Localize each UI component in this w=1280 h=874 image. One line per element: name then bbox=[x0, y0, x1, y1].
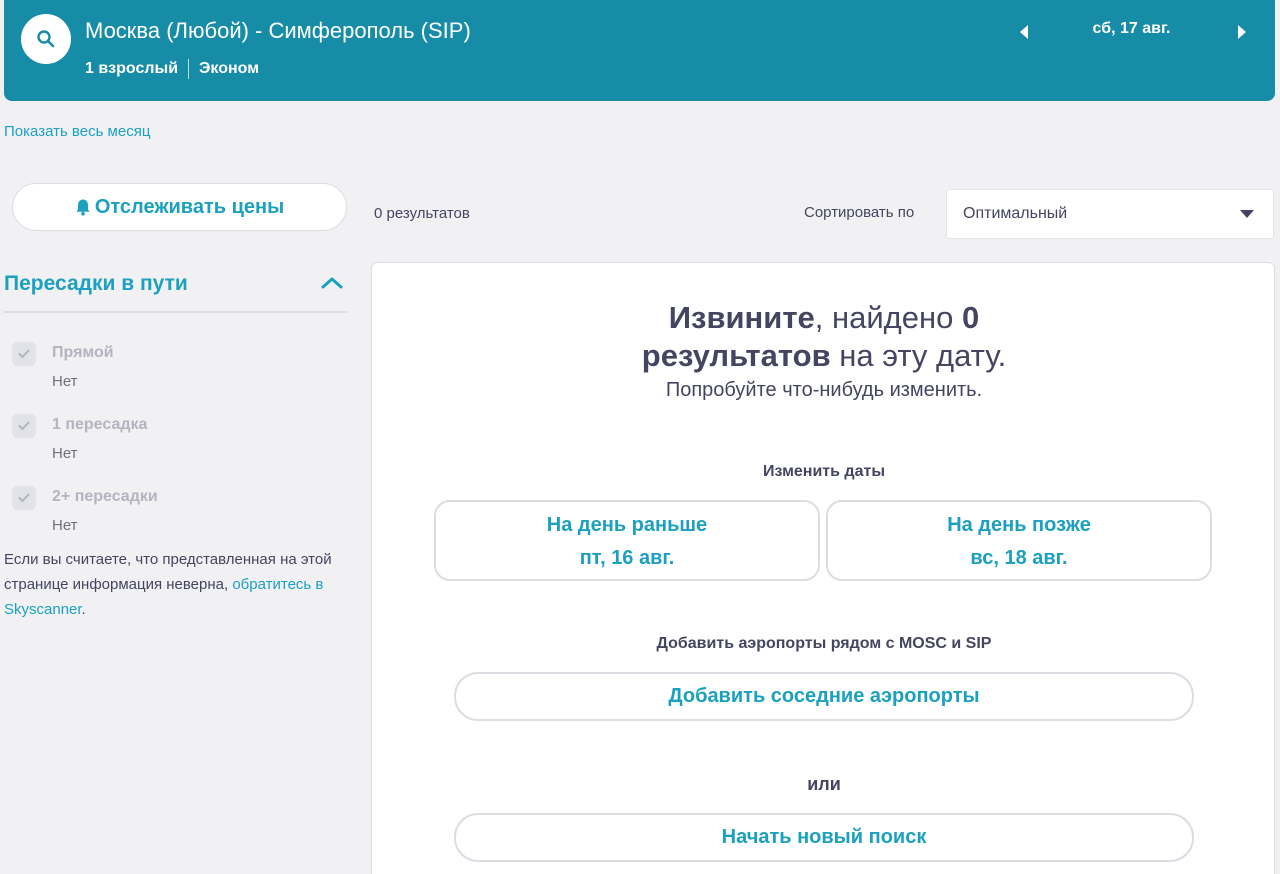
search-summary-header: Москва (Любой) - Симферополь (SIP) 1 взр… bbox=[4, 0, 1275, 101]
caret-right-icon bbox=[1238, 25, 1246, 39]
filter-direct-price: Нет bbox=[52, 373, 78, 390]
check-icon bbox=[18, 493, 30, 502]
sorry-zero: 0 bbox=[961, 300, 980, 335]
chevron-up-icon[interactable] bbox=[321, 276, 343, 290]
track-prices-label: Отслеживать цены bbox=[94, 195, 285, 218]
sorry-results-word: результатов bbox=[641, 338, 831, 373]
add-nearby-airports-title: Добавить аэропорты рядом с MOSC и SIP bbox=[656, 635, 992, 652]
stops-filter-header[interactable]: Пересадки в пути bbox=[4, 272, 347, 313]
route-title[interactable]: Москва (Любой) - Симферополь (SIP) bbox=[85, 18, 471, 44]
filter-one-stop-checkbox[interactable] bbox=[12, 414, 36, 438]
filter-direct-label: Прямой bbox=[52, 344, 114, 361]
passenger-count: 1 взрослый bbox=[85, 60, 179, 77]
sorry-found: , найдено bbox=[814, 300, 962, 335]
sorry-word: Извините bbox=[668, 300, 815, 335]
no-results-card: Извините, найдено 0 результатов на эту д… bbox=[371, 262, 1275, 874]
check-icon bbox=[18, 421, 30, 430]
day-earlier-label: На день раньше bbox=[546, 514, 708, 536]
previous-date-button[interactable] bbox=[1012, 18, 1036, 46]
filter-two-plus-stops-label: 2+ пересадки bbox=[52, 488, 158, 505]
sort-dropdown[interactable]: Оптимальный bbox=[946, 189, 1274, 239]
day-later-date: вс, 18 авг. bbox=[970, 547, 1068, 569]
sort-selected-value: Оптимальный bbox=[963, 205, 1068, 222]
add-nearby-airports-button[interactable]: Добавить соседние аэропорты bbox=[454, 672, 1194, 721]
sorry-on-date: на эту дату. bbox=[830, 338, 1007, 373]
caret-left-icon bbox=[1020, 25, 1028, 39]
or-separator: или bbox=[807, 774, 841, 794]
filter-one-stop-label: 1 пересадка bbox=[52, 416, 148, 433]
trip-details[interactable]: 1 взрослый Эконом bbox=[85, 59, 259, 79]
disclaimer-end: . bbox=[81, 601, 86, 618]
try-change-text: Попробуйте что-нибудь изменить. bbox=[665, 379, 983, 401]
day-later-label: На день позже bbox=[947, 514, 1091, 536]
bell-icon bbox=[76, 199, 90, 216]
cabin-class: Эконом bbox=[199, 60, 260, 77]
divider bbox=[188, 59, 190, 79]
day-later-button[interactable]: На день позже вс, 18 авг. bbox=[826, 500, 1212, 581]
search-icon bbox=[37, 30, 55, 48]
filter-two-plus-stops-checkbox[interactable] bbox=[12, 486, 36, 510]
day-earlier-date: пт, 16 авг. bbox=[579, 547, 675, 569]
filter-two-plus-stops-price: Нет bbox=[52, 517, 78, 534]
search-button[interactable] bbox=[21, 14, 71, 64]
show-whole-month-link[interactable]: Показать весь месяц bbox=[4, 123, 150, 140]
selected-date[interactable]: сб, 17 авг. bbox=[1064, 20, 1199, 38]
check-icon bbox=[18, 349, 30, 358]
filter-one-stop-price: Нет bbox=[52, 445, 78, 462]
stops-filter-title: Пересадки в пути bbox=[4, 272, 188, 295]
results-count: 0 результатов bbox=[374, 205, 470, 222]
sort-label: Сортировать по bbox=[804, 204, 915, 221]
data-disclaimer: Если вы считаете, что представленная на … bbox=[4, 547, 349, 622]
change-dates-title: Изменить даты bbox=[763, 463, 885, 480]
no-results-heading: Извините, найдено 0 результатов на эту д… bbox=[372, 299, 1276, 375]
next-date-button[interactable] bbox=[1230, 18, 1254, 46]
caret-down-icon bbox=[1240, 210, 1254, 218]
filter-direct-checkbox[interactable] bbox=[12, 342, 36, 366]
new-search-button[interactable]: Начать новый поиск bbox=[454, 813, 1194, 862]
track-prices-button[interactable]: Отслеживать цены bbox=[12, 183, 347, 231]
day-earlier-button[interactable]: На день раньше пт, 16 авг. bbox=[434, 500, 820, 581]
